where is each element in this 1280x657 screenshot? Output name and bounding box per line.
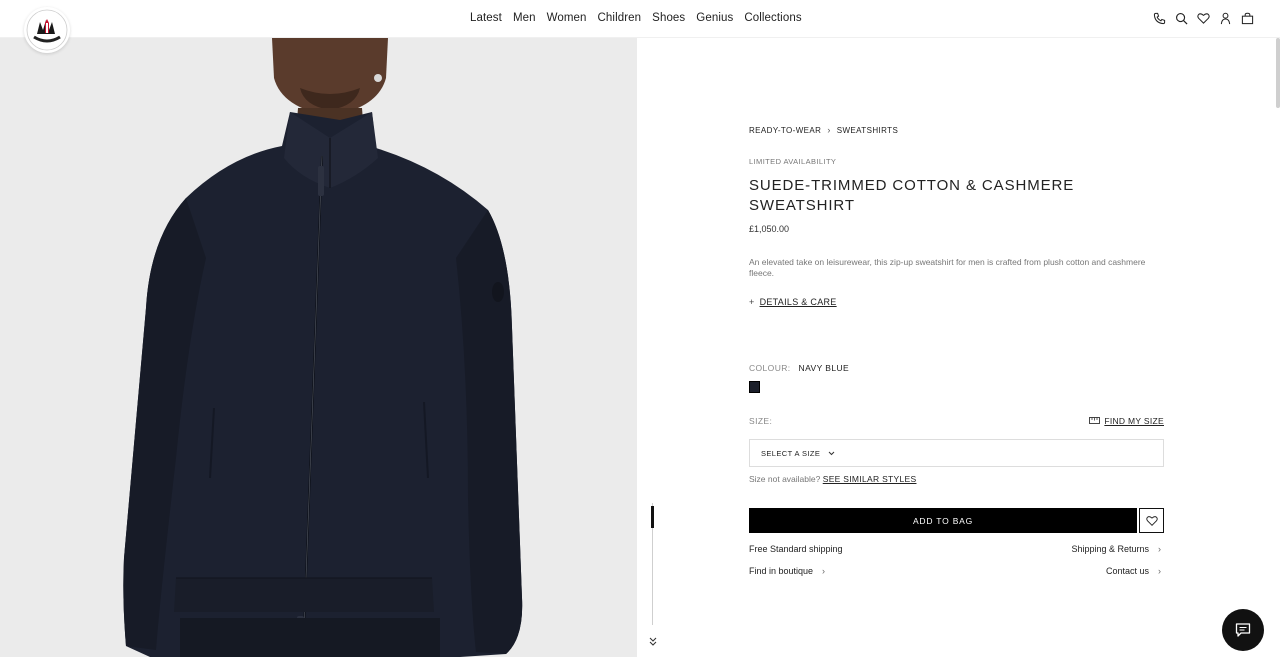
heart-icon[interactable] (1197, 12, 1210, 25)
nav-men[interactable]: Men (513, 12, 536, 24)
size-select[interactable]: SELECT A SIZE (749, 439, 1164, 467)
contact-us-link[interactable]: Contact us › (1106, 566, 1164, 576)
nav-shoes[interactable]: Shoes (652, 12, 685, 24)
page-scrollbar[interactable] (1276, 38, 1280, 108)
shipping-returns-link[interactable]: Shipping & Returns › (1071, 544, 1164, 554)
breadcrumb: READY-TO-WEAR › SWEATSHIRTS (749, 125, 898, 135)
nav-latest[interactable]: Latest (470, 12, 502, 24)
colour-label: COLOUR: (749, 363, 791, 373)
details-care-toggle[interactable]: + DETAILS & CARE (749, 297, 837, 307)
wishlist-button[interactable] (1139, 508, 1164, 533)
breadcrumb-sweatshirts[interactable]: SWEATSHIRTS (837, 126, 898, 135)
size-not-available-text: Size not available? (749, 474, 821, 484)
availability-label: LIMITED AVAILABILITY (749, 157, 837, 166)
product-price: £1,050.00 (749, 224, 790, 234)
phone-icon[interactable] (1153, 12, 1166, 25)
product-description: An elevated take on leisurewear, this zi… (749, 257, 1146, 278)
ruler-icon (1089, 416, 1101, 426)
find-boutique-label: Find in boutique (749, 566, 814, 576)
moncler-logo-icon[interactable] (24, 7, 70, 53)
colour-row: COLOUR: NAVY BLUE (749, 363, 849, 373)
product-image[interactable] (0, 38, 637, 657)
size-not-available: Size not available? SEE SIMILAR STYLES (749, 474, 916, 484)
chevron-right-icon: › (1158, 544, 1161, 554)
product-title: SUEDE-TRIMMED COTTON & CASHMERE SWEATSHI… (749, 177, 1075, 214)
chat-button[interactable] (1222, 609, 1264, 651)
breadcrumb-ready-to-wear[interactable]: READY-TO-WEAR (749, 126, 821, 135)
service-row-boutique: Find in boutique › Contact us › (749, 566, 1164, 576)
size-select-placeholder: SELECT A SIZE (761, 448, 821, 458)
size-label: SIZE: (749, 416, 773, 426)
shipping-returns-label: Shipping & Returns (1071, 544, 1149, 554)
details-care-link[interactable]: DETAILS & CARE (760, 297, 837, 307)
bag-icon[interactable] (1241, 12, 1254, 25)
chevron-right-icon: › (1158, 566, 1161, 576)
heart-icon (1145, 515, 1158, 526)
main-nav: Latest Men Women Children Shoes Genius C… (470, 12, 802, 24)
find-boutique-link[interactable]: Find in boutique › (749, 566, 825, 576)
colour-value: NAVY BLUE (798, 363, 850, 373)
service-row-shipping: Free Standard shipping Shipping & Return… (749, 544, 1164, 554)
see-similar-styles-link[interactable]: SEE SIMILAR STYLES (823, 474, 917, 484)
account-icon[interactable] (1219, 12, 1232, 25)
chevron-down-icon (828, 449, 835, 458)
chat-icon (1235, 623, 1251, 637)
find-my-size-link[interactable]: FIND MY SIZE (1104, 416, 1164, 426)
add-to-bag-button[interactable]: ADD TO BAG (749, 508, 1137, 533)
chevron-right-icon: › (822, 566, 826, 576)
nav-women[interactable]: Women (547, 12, 587, 24)
chevron-right-icon: › (827, 125, 831, 135)
nav-children[interactable]: Children (598, 12, 642, 24)
nav-genius[interactable]: Genius (696, 12, 733, 24)
site-header: Latest Men Women Children Shoes Genius C… (0, 0, 1280, 53)
gallery-scroll-thumb[interactable] (651, 506, 654, 528)
colour-swatch-navy[interactable] (749, 381, 760, 393)
free-shipping-text: Free Standard shipping (749, 544, 843, 554)
search-icon[interactable] (1175, 12, 1188, 25)
contact-us-label: Contact us (1105, 566, 1149, 576)
utility-icons (1153, 12, 1254, 25)
chevron-down-icon[interactable] (648, 636, 658, 651)
find-my-size[interactable]: FIND MY SIZE (1089, 416, 1164, 426)
nav-collections[interactable]: Collections (744, 12, 801, 24)
plus-icon: + (749, 297, 755, 307)
